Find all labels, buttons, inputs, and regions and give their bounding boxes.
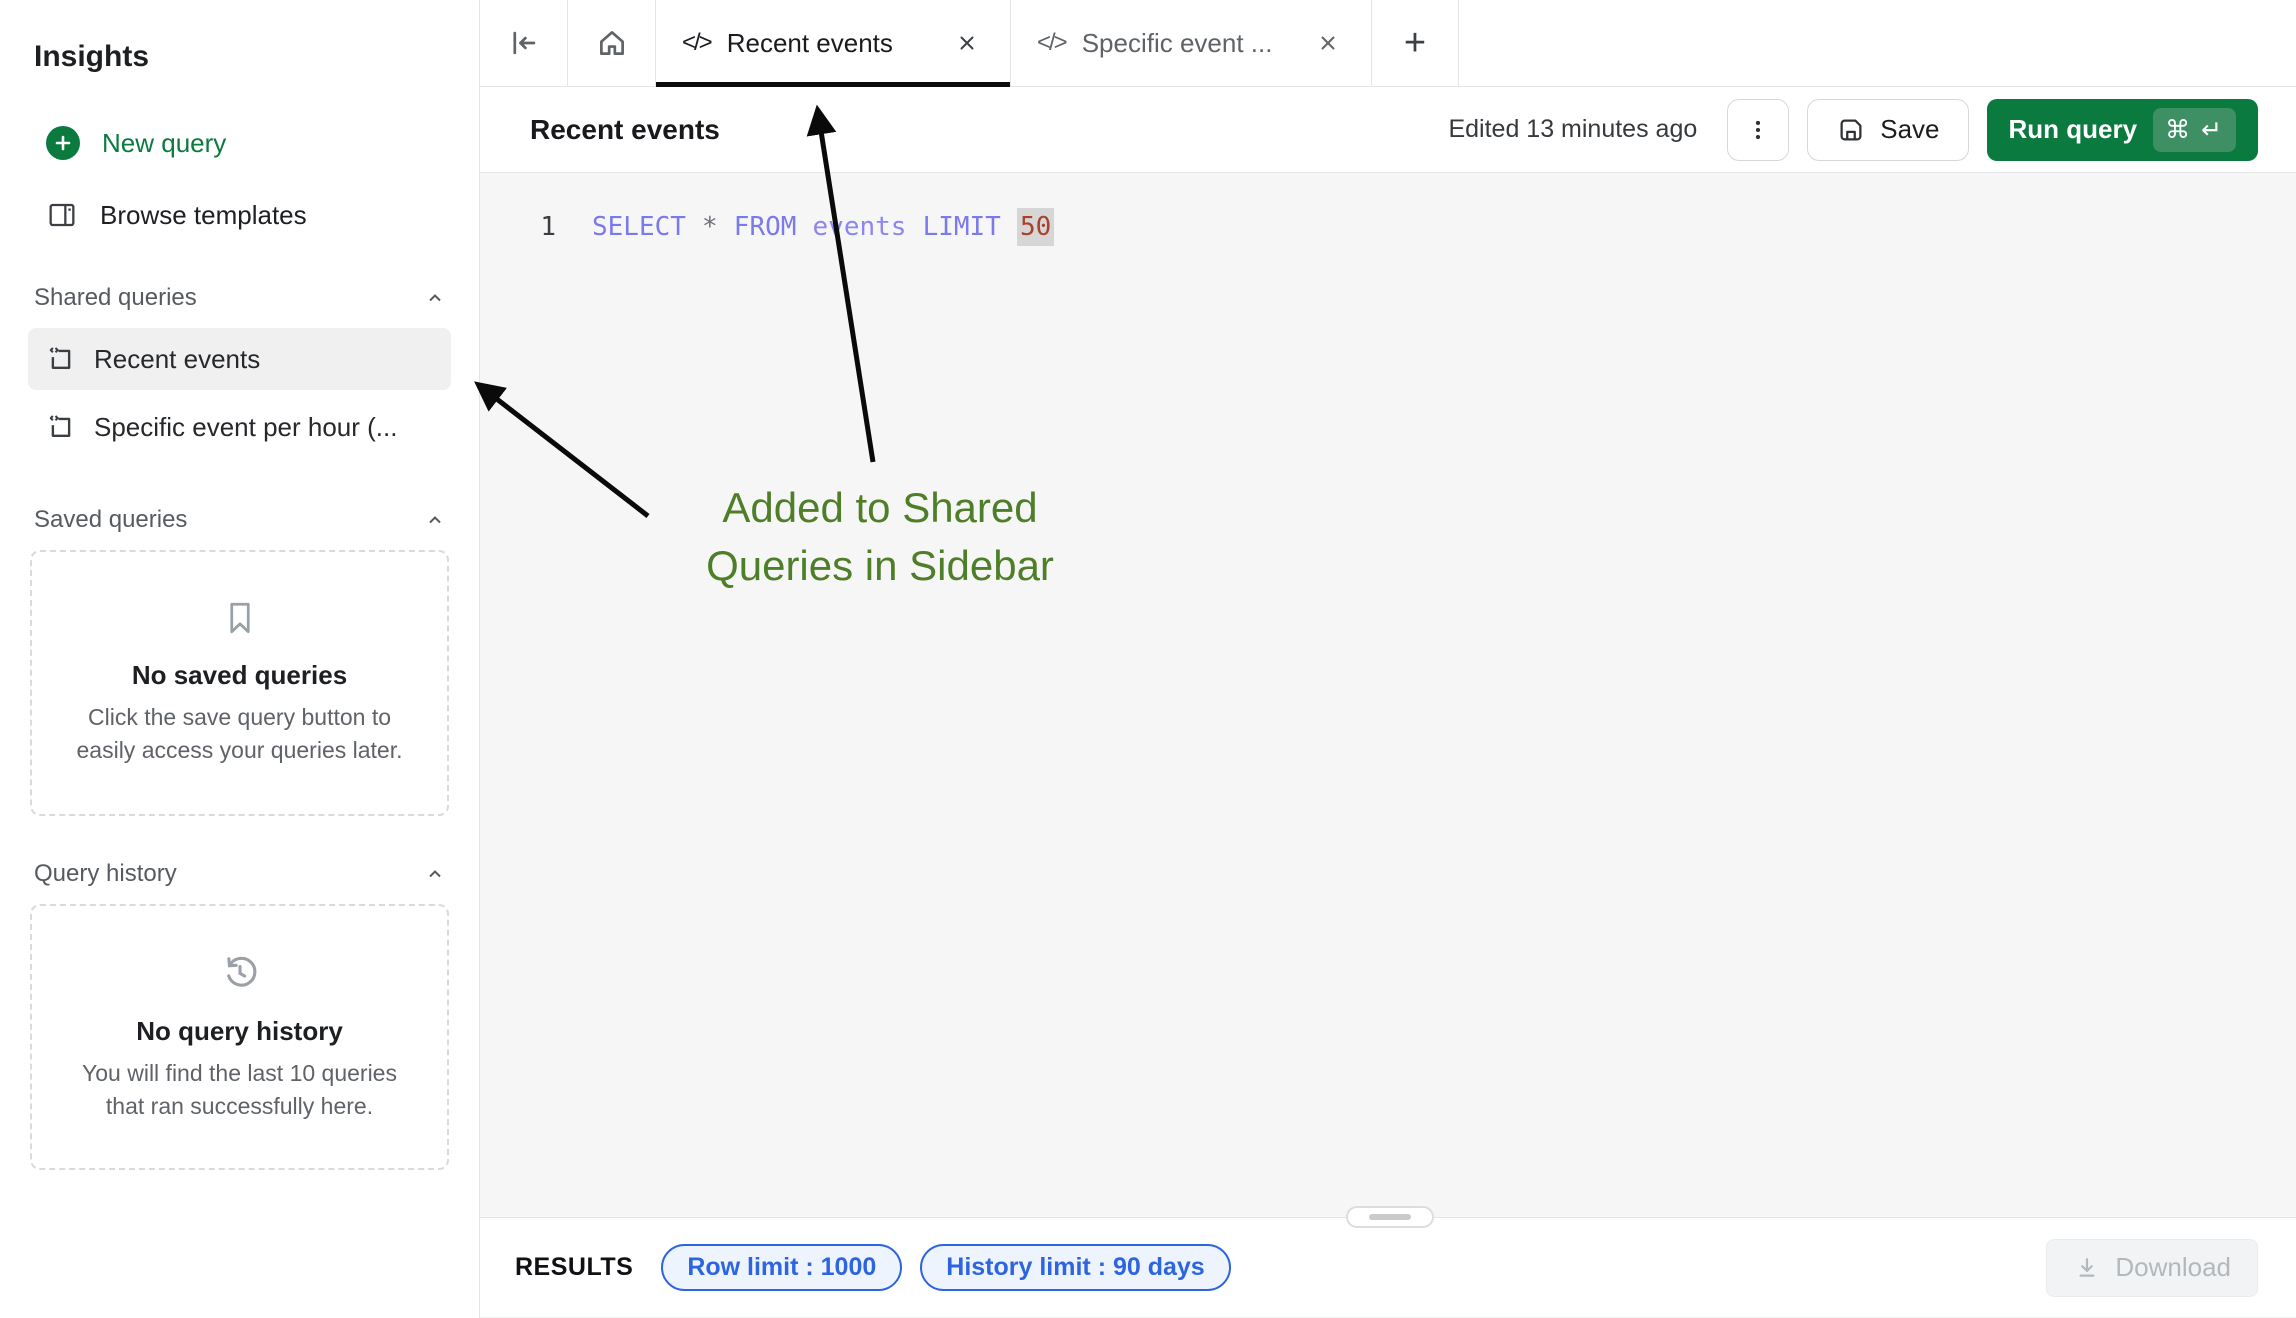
sql-editor[interactable]: 1 SELECT * FROM events LIMIT 50 Added to Shar… [480, 173, 2296, 1217]
download-button[interactable]: Download [2046, 1239, 2258, 1297]
code-icon: </> [682, 29, 711, 57]
saved-queries-empty-body: Click the save query button to easily ac… [65, 701, 415, 767]
keyboard-shortcut-badge: ⌘ ↵ [2153, 108, 2236, 152]
result-limit-pills: Row limit : 1000 History limit : 90 days [661, 1244, 1230, 1291]
home-icon [595, 26, 629, 60]
row-limit-pill[interactable]: Row limit : 1000 [661, 1244, 902, 1291]
collapse-sidebar-button[interactable] [480, 0, 568, 86]
more-options-button[interactable] [1727, 99, 1789, 161]
page-title: Insights [34, 40, 449, 74]
browse-templates-button[interactable]: Browse templates [30, 192, 449, 238]
close-icon [1317, 32, 1339, 54]
sql-token: * [702, 212, 718, 242]
kebab-icon [1745, 117, 1771, 143]
save-button[interactable]: Save [1807, 99, 1968, 161]
history-icon [217, 950, 263, 996]
sql-token: LIMIT [923, 212, 1001, 242]
plus-circle-icon [46, 126, 80, 160]
code-box-icon [46, 412, 76, 442]
query-history-label: Query history [34, 860, 177, 888]
sql-token: 50 [1017, 208, 1054, 246]
annotation-text: Added to Shared Queries in Sidebar [640, 479, 1120, 595]
results-bar: RESULTS Row limit : 1000 History limit :… [480, 1217, 2296, 1318]
results-label: RESULTS [515, 1253, 633, 1282]
main-panel: </> Recent events </> Specific event ...… [480, 0, 2296, 1318]
run-query-label: Run query [2009, 114, 2138, 145]
code-box-icon [46, 344, 76, 374]
saved-queries-empty-title: No saved queries [54, 660, 425, 691]
insights-app: Insights New query Browse templates Shar… [0, 0, 2296, 1318]
edited-status: Edited 13 minutes ago [1448, 115, 1697, 144]
sql-token: SELECT [592, 212, 686, 242]
saved-queries-empty-state: No saved queries Click the save query bu… [30, 550, 449, 816]
sidebar-item-label: Specific event per hour (... [94, 412, 397, 443]
home-tab-button[interactable] [568, 0, 656, 86]
annotation-line-1: Added to Shared [640, 479, 1120, 537]
download-label: Download [2115, 1252, 2231, 1283]
code-icon: </> [1037, 29, 1066, 57]
browse-templates-label: Browse templates [100, 200, 307, 231]
sql-token: events [813, 212, 907, 242]
bookmark-icon [218, 596, 262, 640]
sql-token: FROM [734, 212, 797, 242]
save-icon [1836, 115, 1866, 145]
query-title: Recent events [530, 114, 720, 146]
run-query-button[interactable]: Run query ⌘ ↵ [1987, 99, 2258, 161]
close-icon [956, 32, 978, 54]
saved-queries-label: Saved queries [34, 506, 187, 534]
tab-label: Recent events [727, 28, 893, 59]
tab-label: Specific event ... [1082, 28, 1273, 59]
sql-code: SELECT * FROM events LIMIT 50 [592, 207, 1054, 247]
annotation-line-2: Queries in Sidebar [640, 537, 1120, 595]
line-number: 1 [534, 207, 556, 247]
collapse-left-icon [507, 26, 541, 60]
new-query-button[interactable]: New query [30, 120, 449, 166]
query-history-empty-state: No query history You will find the last … [30, 904, 449, 1170]
chevron-up-icon [425, 864, 445, 884]
query-history-empty-body: You will find the last 10 queries that r… [65, 1057, 415, 1123]
new-query-label: New query [102, 128, 226, 159]
plus-icon: + [1404, 24, 1426, 62]
tab-specific-event[interactable]: </> Specific event ... [1011, 0, 1372, 86]
tab-bar-spacer [1459, 0, 2296, 86]
query-header-actions: Edited 13 minutes ago Save Run query ⌘ ↵ [1448, 99, 2258, 161]
close-tab-button[interactable] [1311, 26, 1345, 60]
query-history-empty-title: No query history [54, 1016, 425, 1047]
history-limit-pill[interactable]: History limit : 90 days [920, 1244, 1230, 1291]
query-history-header[interactable]: Query history [30, 860, 449, 888]
code-line[interactable]: 1 SELECT * FROM events LIMIT 50 [480, 173, 2296, 247]
sidebar: Insights New query Browse templates Shar… [0, 0, 480, 1318]
sidebar-item-specific-event[interactable]: Specific event per hour (... [28, 396, 451, 458]
shared-queries-label: Shared queries [34, 284, 197, 312]
sidebar-item-label: Recent events [94, 344, 260, 375]
saved-queries-header[interactable]: Saved queries [30, 506, 449, 534]
chevron-up-icon [425, 288, 445, 308]
shared-queries-header[interactable]: Shared queries [30, 284, 449, 312]
new-tab-button[interactable]: + [1372, 0, 1459, 86]
template-icon [46, 199, 78, 231]
close-tab-button[interactable] [950, 26, 984, 60]
tab-recent-events[interactable]: </> Recent events [656, 0, 1011, 86]
query-header: Recent events Edited 13 minutes ago Save… [480, 87, 2296, 173]
panel-resize-handle[interactable] [1346, 1206, 1434, 1228]
chevron-up-icon [425, 510, 445, 530]
save-label: Save [1880, 114, 1939, 145]
download-icon [2073, 1254, 2101, 1282]
sidebar-item-recent-events[interactable]: Recent events [28, 328, 451, 390]
tab-bar: </> Recent events </> Specific event ...… [480, 0, 2296, 87]
